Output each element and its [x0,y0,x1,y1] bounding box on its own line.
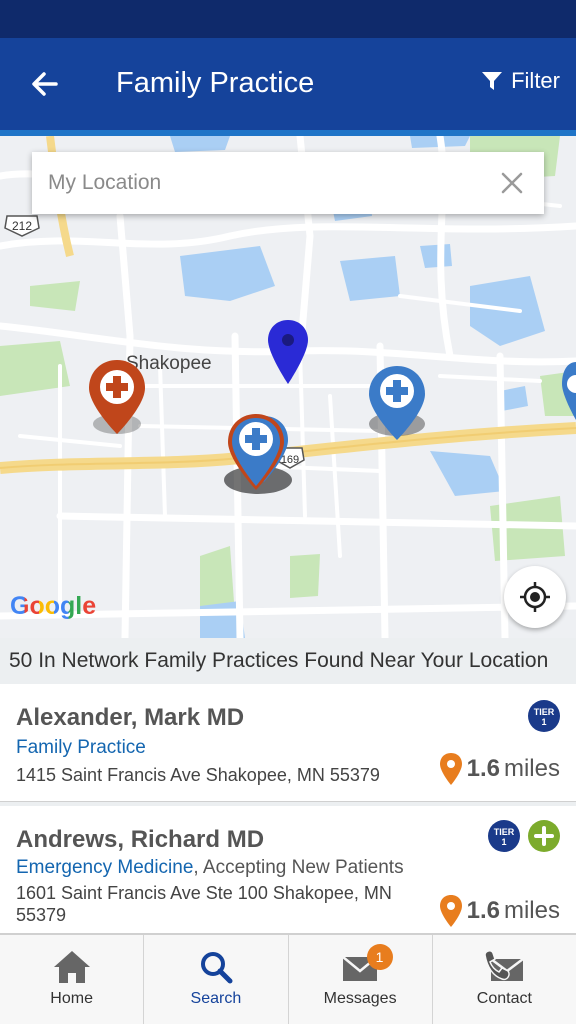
location-search-input[interactable] [48,152,488,214]
app-bar: Family Practice Filter [0,38,576,130]
tier-badge-number: 1 [541,717,547,727]
route-shield-212-label: 212 [12,219,32,233]
my-location-button[interactable] [504,566,566,628]
provider-name: Andrews, Richard MD [16,826,265,853]
filter-icon [482,72,503,90]
nav-contact[interactable]: Contact [433,935,576,1024]
provider-name: Alexander, Mark MD [16,704,245,731]
contact-icon [484,950,525,981]
current-location-pin-icon[interactable] [266,318,310,386]
nav-home-label: Home [50,990,93,1007]
provider-address: 1601 Saint Francis Ave Ste 100 Shakopee,… [16,883,392,925]
google-attribution: Google [10,592,97,620]
provider-distance: 1.6 miles [439,894,560,928]
nav-search-label: Search [190,990,242,1007]
filter-label: Filter [511,68,560,93]
location-pin-icon [439,895,462,927]
nav-messages-label: Messages [323,990,397,1007]
tier-badge: TIER 1 [488,820,520,852]
provider-distance: 1.6 miles [439,752,560,786]
close-icon[interactable] [500,171,524,195]
search-icon [200,952,233,984]
tier-badge-label: TIER [533,707,555,717]
back-arrow-icon[interactable] [26,64,66,104]
tier-badge-number: 1 [501,837,507,847]
google-logo: Google [10,592,96,621]
tier-badge-label: TIER [493,827,515,837]
provider-specialty: Family Practice [16,737,146,759]
provider-pin-blue-icon-1[interactable] [366,364,428,444]
results-summary: 50 In Network Family Practices Found Nea… [0,638,576,684]
provider-pin-orange-icon[interactable] [86,358,148,438]
location-pin-icon [439,753,462,785]
messages-count-badge: 1 [366,944,393,970]
accepting-patients-plus-icon [528,820,560,852]
home-icon [53,951,90,983]
nav-search[interactable]: Search [144,935,289,1024]
location-search-box [32,152,544,214]
provider-address: 1415 Saint Francis Ave Shakopee, MN 5537… [16,765,380,785]
provider-specialty-extra: , Accepting New Patients [193,857,404,878]
tier-badge: TIER 1 [528,700,560,732]
provider-specialty-label: Family Practice [16,737,146,758]
nav-contact-label: Contact [476,990,532,1007]
bottom-navigation: Home Search 1 Messages Contact [0,934,576,1024]
plus-icon [534,826,554,846]
page-title: Family Practice [116,67,315,99]
distance-value: 1.6 [466,897,500,924]
crosshair-icon [520,582,550,612]
provider-specialty-label: Emergency Medicine [16,857,194,878]
provider-pin-blue-icon-2[interactable] [558,360,576,430]
status-bar [0,0,576,38]
provider-specialty: Emergency Medicine, Accepting New Patien… [16,857,404,879]
provider-card[interactable]: Alexander, Mark MD Family Practice 1415 … [0,684,576,802]
provider-pin-cluster-icon[interactable] [222,412,302,496]
distance-unit: miles [503,897,560,924]
distance-value: 1.6 [466,755,500,782]
nav-messages[interactable]: 1 Messages [289,935,433,1024]
distance-unit: miles [503,755,560,782]
nav-home[interactable]: Home [0,935,145,1024]
provider-card[interactable]: Andrews, Richard MD Emergency Medicine, … [0,806,576,934]
filter-button[interactable]: Filter [481,68,560,94]
